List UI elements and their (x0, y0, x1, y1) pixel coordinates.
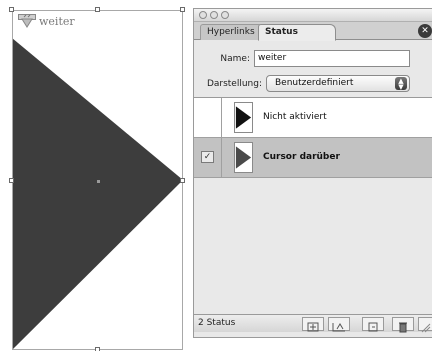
tab-hyperlinks[interactable]: Hyperlinks (200, 24, 262, 40)
resize-handle-top-right[interactable] (180, 7, 185, 12)
delete-icon[interactable] (392, 317, 414, 333)
name-input[interactable]: weiter (254, 50, 410, 67)
state-row-normal[interactable]: Nicht aktiviert (194, 98, 432, 138)
display-select[interactable]: Benutzerdefiniert ▲ ▼ (266, 75, 410, 92)
object-name-text: weiter (39, 14, 75, 28)
panel-resize-grip[interactable] (418, 317, 432, 333)
button-object[interactable]: weiter (9, 7, 185, 351)
resize-handle-top[interactable] (95, 7, 100, 12)
window-zoom-dot[interactable] (221, 11, 229, 19)
panel-tabs: Hyperlinks Status ✕ (194, 22, 432, 41)
state-count: 2 Status (198, 318, 236, 328)
state-check-cell (194, 98, 222, 137)
window-minimize-dot[interactable] (210, 11, 218, 19)
window-close-dot[interactable] (199, 11, 207, 19)
new-state-icon[interactable] (362, 317, 384, 332)
state-label: Nicht aktiviert (263, 112, 327, 122)
content-icon[interactable] (328, 317, 350, 332)
resize-handle-bottom[interactable] (95, 347, 100, 351)
state-check-cell: ✓ (194, 138, 222, 177)
buttons-states-panel: Hyperlinks Status ✕ Name: weiter Darstel… (193, 8, 432, 338)
resize-handle-top-left[interactable] (9, 7, 14, 12)
name-row: Name: weiter (194, 50, 432, 68)
state-row-rollover[interactable]: ✓ Cursor darüber (194, 138, 432, 178)
name-label: Name: (220, 54, 250, 64)
button-symbol-icon (18, 14, 36, 28)
convert-icon[interactable] (302, 317, 324, 332)
close-icon[interactable]: ✕ (418, 24, 432, 38)
display-label: Darstellung: (206, 79, 262, 89)
state-thumbnail (234, 142, 253, 173)
panel-titlebar[interactable] (194, 9, 432, 22)
state-thumbnail (234, 102, 253, 133)
resize-handle-left[interactable] (9, 178, 14, 183)
display-row: Darstellung: Benutzerdefiniert ▲ ▼ (194, 75, 432, 93)
tab-status[interactable]: Status (258, 24, 336, 41)
object-label: weiter (18, 14, 75, 28)
state-label: Cursor darüber (263, 152, 340, 162)
state-enabled-checkbox[interactable]: ✓ (201, 151, 214, 163)
display-select-value: Benutzerdefiniert (275, 78, 354, 88)
state-list: Nicht aktiviert ✓ Cursor darüber (194, 97, 432, 314)
center-point (97, 180, 100, 183)
panel-footer: 2 Status (194, 314, 432, 333)
updown-arrows-icon: ▲ ▼ (395, 77, 407, 91)
resize-handle-right[interactable] (180, 178, 185, 183)
